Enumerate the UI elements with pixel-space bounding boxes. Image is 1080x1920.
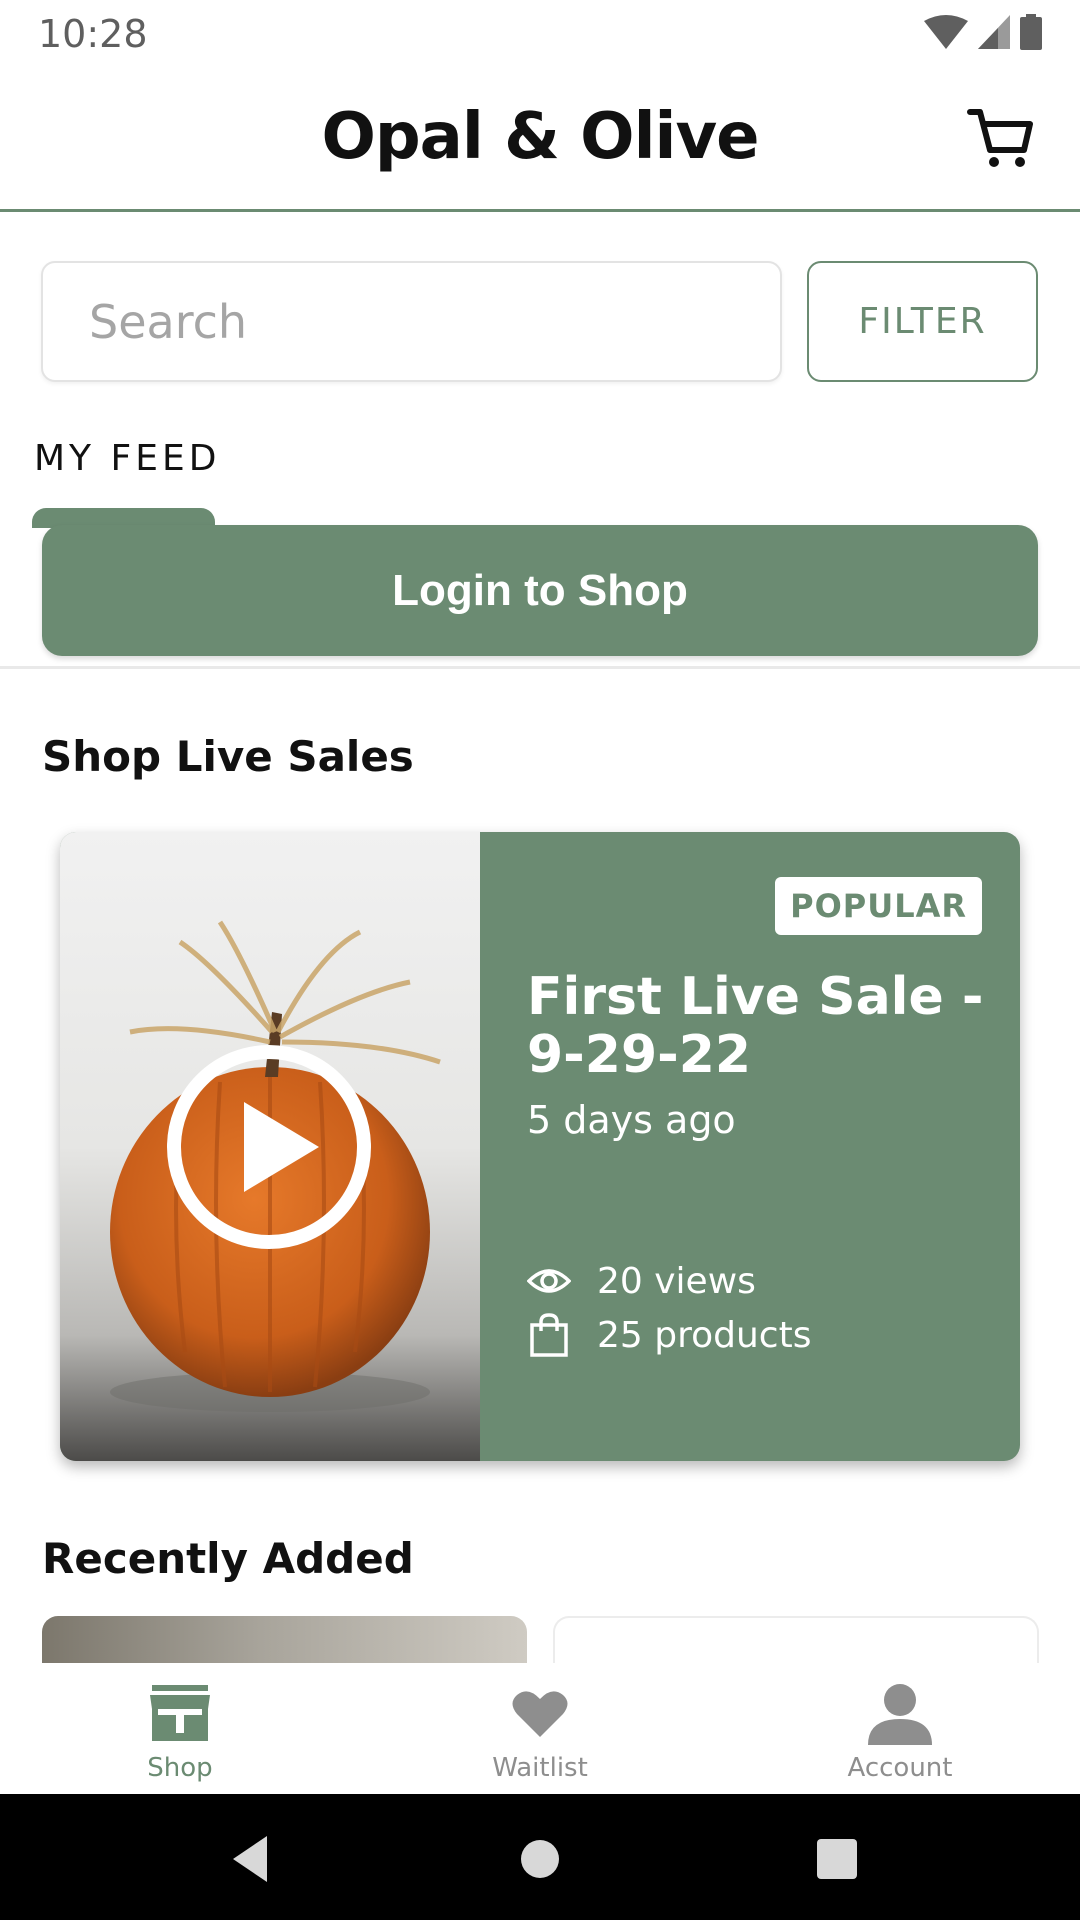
- person-icon: [868, 1681, 932, 1747]
- live-sale-time: 5 days ago: [527, 1098, 736, 1142]
- recents-icon[interactable]: [802, 1824, 872, 1894]
- nav-item-waitlist[interactable]: Waitlist: [360, 1663, 720, 1794]
- section-divider: [0, 666, 1080, 669]
- app-title: Opal & Olive: [321, 100, 759, 174]
- nav-item-account[interactable]: Account: [720, 1663, 1080, 1794]
- views-stat: 20 views: [527, 1259, 756, 1303]
- storefront-icon: [148, 1681, 212, 1747]
- app-screen: 10:28 Opal & Olive Search FILTER MY FEED…: [0, 0, 1080, 1920]
- cell-signal-icon: [978, 15, 1010, 49]
- system-nav-bar: [0, 1794, 1080, 1920]
- live-sale-title: First Live Sale - 9-29-22: [527, 967, 984, 1085]
- nav-label-account: Account: [847, 1753, 953, 1783]
- wifi-icon: [924, 15, 968, 49]
- shopping-bag-icon: [527, 1313, 571, 1357]
- app-header: Opal & Olive: [0, 64, 1080, 212]
- nav-label-waitlist: Waitlist: [492, 1753, 588, 1783]
- login-to-shop-button[interactable]: Login to Shop: [42, 525, 1038, 656]
- search-field[interactable]: [41, 261, 782, 382]
- status-bar: 10:28: [0, 0, 1080, 64]
- views-count: 20 views: [597, 1260, 756, 1302]
- nav-item-shop[interactable]: Shop: [0, 1663, 360, 1794]
- tab-my-feed[interactable]: MY FEED: [34, 438, 220, 479]
- status-time: 10:28: [38, 12, 148, 56]
- battery-icon: [1020, 14, 1042, 50]
- heart-icon: [512, 1681, 568, 1747]
- cart-icon: [967, 109, 1033, 167]
- eye-icon: [527, 1259, 571, 1303]
- cart-button[interactable]: [966, 102, 1036, 172]
- shop-live-sales-title: Shop Live Sales: [42, 732, 414, 781]
- popular-badge: POPULAR: [775, 877, 982, 935]
- home-icon[interactable]: [505, 1824, 575, 1894]
- recently-added-title: Recently Added: [42, 1534, 414, 1583]
- filter-button[interactable]: FILTER: [807, 261, 1038, 382]
- live-sale-card[interactable]: POPULAR First Live Sale - 9-29-22 5 days…: [60, 832, 1020, 1461]
- bottom-nav: Shop Waitlist Account: [0, 1663, 1080, 1794]
- nav-label-shop: Shop: [147, 1753, 213, 1783]
- search-input[interactable]: [43, 263, 780, 380]
- play-icon[interactable]: [164, 1042, 374, 1252]
- live-sale-thumbnail[interactable]: [60, 832, 480, 1461]
- status-icons: [924, 14, 1042, 50]
- products-stat: 25 products: [527, 1313, 811, 1357]
- back-icon[interactable]: [217, 1824, 287, 1894]
- products-count: 25 products: [597, 1314, 812, 1356]
